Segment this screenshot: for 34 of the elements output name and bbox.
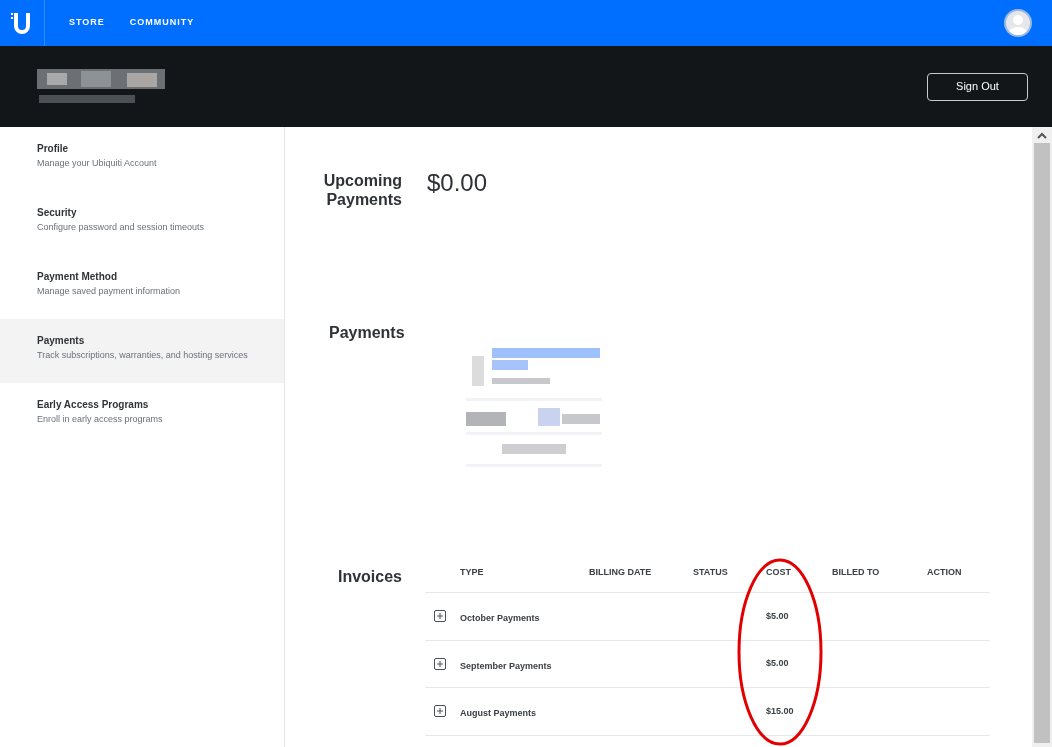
nav-link[interactable]: STORE (69, 16, 105, 30)
logo-icon[interactable] (11, 11, 33, 35)
avatar[interactable] (1004, 9, 1032, 37)
scroll-up-icon[interactable] (1037, 132, 1047, 139)
plus-icon (436, 707, 444, 716)
section-heading: Payments (329, 323, 402, 343)
sidebar-item[interactable]: Security Configure password and session timeouts (0, 191, 284, 255)
nav-link[interactable]: COMMUNITY (129, 16, 195, 30)
expand-button[interactable] (434, 657, 446, 670)
column-header: ACTION (927, 565, 963, 579)
plus-icon (436, 659, 444, 668)
column-header: TYPE (460, 565, 485, 579)
expand-button[interactable] (434, 610, 446, 623)
expand-button[interactable] (434, 705, 446, 718)
sidebar-item[interactable]: Payments Track subscriptions, warranties, and hosting services (0, 319, 284, 383)
table-cell: September Payments (460, 660, 552, 671)
table-cell: $15.00 (766, 704, 794, 718)
table-cell: August Payments (460, 708, 537, 719)
column-header: BILLED TO (832, 565, 881, 579)
section-heading: Upcoming Payments (322, 171, 402, 210)
sidebar-item[interactable]: Early Access Programs Enroll in early access programs (0, 383, 284, 447)
column-header: BILLING DATE (589, 565, 653, 579)
amount-text: $0.00 (427, 169, 488, 198)
sidebar-item[interactable]: Profile Manage your Ubiquiti Account (0, 127, 284, 191)
sign-out-button[interactable]: Sign Out (927, 72, 1028, 101)
scrollbar[interactable] (1032, 127, 1052, 747)
section-heading: Invoices (336, 567, 402, 587)
plus-icon (436, 612, 444, 621)
table-cell-text: $5.00 (766, 657, 789, 670)
sidebar-item[interactable]: Payment Method Manage saved payment information (0, 255, 284, 319)
table-cell: October Payments (460, 613, 540, 624)
column-header: COST (766, 565, 792, 579)
column-header: STATUS (693, 565, 729, 579)
table-cell: $5.00 (766, 609, 789, 623)
